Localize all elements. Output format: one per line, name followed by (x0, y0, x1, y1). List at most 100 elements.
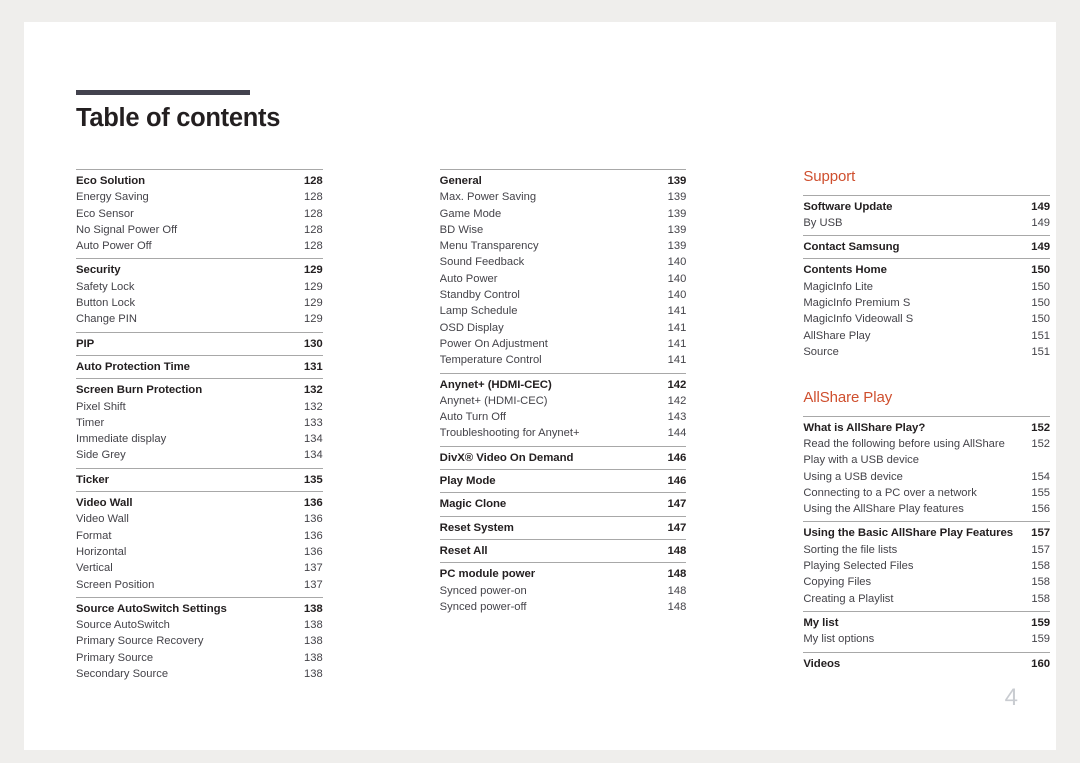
toc-page-number: 150 (1031, 264, 1051, 277)
toc-entry[interactable]: Standby Control 140 (440, 287, 687, 303)
toc-entry[interactable]: Using the AllShare Play features 156 (803, 501, 1050, 517)
toc-entry[interactable]: MagicInfo Videowall S 150 (803, 311, 1050, 327)
toc-entry[interactable]: Safety Lock 129 (76, 279, 323, 295)
toc-entry[interactable]: Video Wall 136 (76, 511, 323, 527)
toc-section-heading[interactable]: Video Wall 136 (76, 495, 323, 511)
toc-section-heading[interactable]: Reset All 148 (440, 543, 687, 559)
toc-page-number: 132 (304, 400, 323, 413)
toc-section-heading[interactable]: Contact Samsung 149 (803, 239, 1050, 255)
toc-section-heading[interactable]: General 139 (440, 173, 687, 189)
toc-entry[interactable]: Connecting to a PC over a network 155 (803, 485, 1050, 501)
toc-entry[interactable]: MagicInfo Premium S 150 (803, 295, 1050, 311)
toc-entry[interactable]: Synced power-off 148 (440, 599, 687, 615)
toc-section-heading[interactable]: Eco Solution 128 (76, 173, 323, 189)
toc-section-heading[interactable]: My list 159 (803, 615, 1050, 631)
toc-entry[interactable]: Max. Power Saving 139 (440, 189, 687, 205)
toc-section-heading[interactable]: Source AutoSwitch Settings 138 (76, 601, 323, 617)
toc-section-label: Contact Samsung (803, 241, 900, 254)
toc-entry[interactable]: Menu Transparency 139 (440, 238, 687, 254)
toc-section-heading[interactable]: Magic Clone 147 (440, 496, 687, 512)
toc-section-heading[interactable]: Reset System 147 (440, 520, 687, 536)
toc-section-label: Software Update (803, 200, 893, 213)
toc-entry-label: Video Wall (76, 513, 129, 526)
toc-entry[interactable]: Screen Position 137 (76, 577, 323, 593)
toc-section-label: Security (76, 264, 121, 277)
toc-entry[interactable]: Sorting the file lists 157 (803, 542, 1050, 558)
toc-entry[interactable]: Auto Turn Off 143 (440, 409, 687, 425)
toc-entry[interactable]: Game Mode 139 (440, 206, 687, 222)
toc-entry[interactable]: Secondary Source 138 (76, 666, 323, 682)
toc-entry-label: MagicInfo Lite (803, 280, 873, 293)
toc-entry[interactable]: MagicInfo Lite 150 (803, 279, 1050, 295)
toc-section-heading[interactable]: Contents Home 150 (803, 262, 1050, 278)
toc-entry[interactable]: Playing Selected Files 158 (803, 558, 1050, 574)
toc-section-label: General (439, 175, 482, 187)
toc-entry[interactable]: Temperature Control 141 (440, 352, 687, 368)
toc-entry[interactable]: Lamp Schedule 141 (440, 303, 687, 319)
toc-section-heading[interactable]: Software Update 149 (803, 199, 1050, 215)
toc-section-heading[interactable]: Ticker 135 (76, 472, 323, 488)
toc-entry[interactable]: By USB 149 (803, 215, 1050, 231)
toc-entry-label: OSD Display (439, 321, 504, 334)
toc-entry[interactable]: AllShare Play 151 (803, 328, 1050, 344)
toc-entry-label: Auto Power (439, 272, 498, 285)
toc-entry[interactable]: Primary Source 138 (76, 650, 323, 666)
toc-entry[interactable]: Immediate display 134 (76, 431, 323, 447)
toc-section-heading[interactable]: Play Mode 146 (440, 473, 687, 489)
toc-page-number: 140 (667, 256, 687, 269)
toc-entry[interactable]: No Signal Power Off 128 (76, 222, 323, 238)
toc-section-heading[interactable]: Security 129 (76, 262, 323, 278)
toc-section-heading[interactable]: Anynet+ (HDMI-CEC) 142 (440, 377, 687, 393)
toc-entry[interactable]: Troubleshooting for Anynet+ 144 (440, 425, 687, 441)
toc-entry[interactable]: Eco Sensor 128 (76, 206, 323, 222)
toc-entry[interactable]: Source 151 (803, 344, 1050, 360)
toc-section-heading[interactable]: Using the Basic AllShare Play Features 15… (803, 525, 1050, 541)
toc-entry[interactable]: Button Lock 129 (76, 295, 323, 311)
toc-entry-label: Change PIN (76, 313, 137, 326)
toc-page-number: 141 (667, 321, 687, 334)
toc-entry[interactable]: Format 136 (76, 528, 323, 544)
toc-section-heading[interactable]: Videos 160 (803, 656, 1050, 672)
toc-entry[interactable]: Copying Files 158 (803, 574, 1050, 590)
toc-entry-label: My list options (803, 633, 875, 646)
toc-entry-label: Menu Transparency (439, 240, 539, 253)
toc-entry[interactable]: Synced power-on 148 (440, 583, 687, 599)
toc-entry-label: Synced power-on (439, 584, 527, 597)
toc-section-heading[interactable]: Auto Protection Time 131 (76, 359, 323, 375)
toc-entry[interactable]: Using a USB device 154 (803, 469, 1050, 485)
toc-entry-label: Power On Adjustment (439, 337, 548, 350)
toc-group: Security 129 Safety Lock 129 Button Lock 129 C… (76, 258, 323, 331)
toc-section-label: What is AllShare Play? (803, 421, 926, 434)
toc-section-heading[interactable]: What is AllShare Play? 152 (803, 420, 1050, 436)
toc-section-heading[interactable]: PC module power 148 (440, 566, 687, 582)
toc-entry[interactable]: BD Wise 139 (440, 222, 687, 238)
toc-page-number: 136 (303, 497, 323, 510)
toc-entry[interactable]: OSD Display 141 (440, 320, 687, 336)
toc-page-number: 134 (304, 449, 323, 462)
toc-entry[interactable]: Side Grey 134 (76, 447, 323, 463)
toc-entry-label: Auto Power Off (76, 240, 152, 253)
toc-entry-label: By USB (803, 216, 843, 229)
toc-entry[interactable]: Sound Feedback 140 (440, 254, 687, 270)
toc-entry[interactable]: Timer 133 (76, 415, 323, 431)
toc-entry[interactable]: Creating a Playlist 158 (803, 591, 1050, 607)
toc-page-number: 156 (1031, 503, 1051, 516)
toc-section-heading[interactable]: DivX® Video On Demand 146 (440, 450, 687, 466)
toc-entry[interactable]: Source AutoSwitch 138 (76, 617, 323, 633)
toc-section-heading[interactable]: Screen Burn Protection 132 (76, 382, 323, 398)
toc-entry[interactable]: Primary Source Recovery 138 (76, 633, 323, 649)
toc-section-heading[interactable]: PIP 130 (76, 336, 323, 352)
toc-entry-label: Immediate display (76, 433, 167, 446)
toc-group: Ticker 135 (76, 467, 323, 491)
toc-entry[interactable]: Vertical 137 (76, 560, 323, 576)
toc-entry[interactable]: Horizontal 136 (76, 544, 323, 560)
toc-entry[interactable]: My list options 159 (803, 631, 1050, 647)
toc-entry[interactable]: Auto Power 140 (440, 271, 687, 287)
toc-entry[interactable]: Pixel Shift 132 (76, 399, 323, 415)
toc-entry[interactable]: Read the following before using AllShare… (803, 436, 1050, 469)
toc-entry[interactable]: Power On Adjustment 141 (440, 336, 687, 352)
toc-entry[interactable]: Anynet+ (HDMI-CEC) 142 (440, 393, 687, 409)
toc-entry[interactable]: Change PIN 129 (76, 311, 323, 327)
toc-entry[interactable]: Auto Power Off 128 (76, 238, 323, 254)
toc-entry[interactable]: Energy Saving 128 (76, 189, 323, 205)
